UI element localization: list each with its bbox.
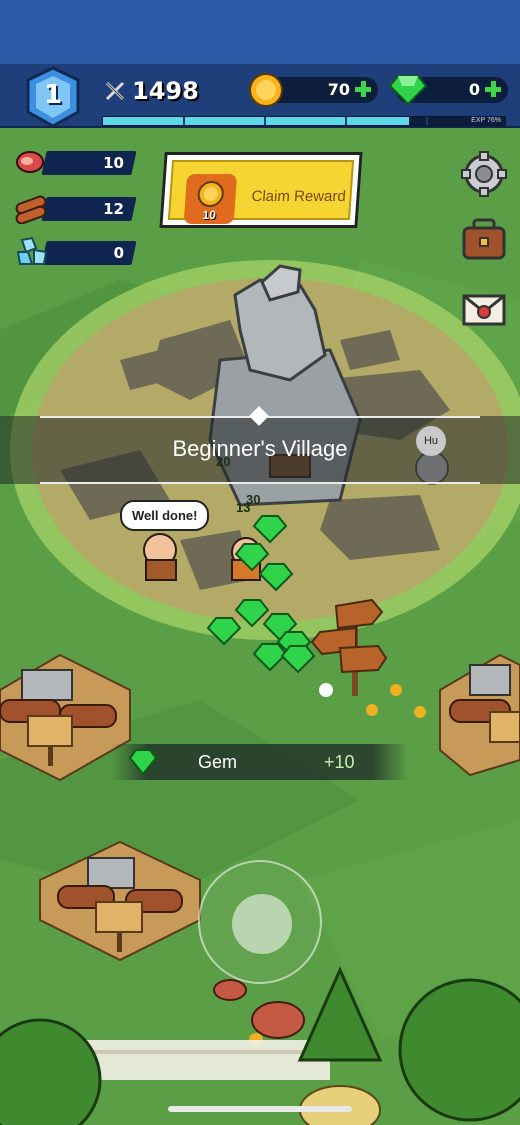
crossed-swords-icon bbox=[105, 81, 125, 101]
gem-icon bbox=[128, 749, 158, 776]
gold-coin-icon bbox=[249, 73, 283, 107]
level-badge[interactable]: 1 bbox=[24, 66, 82, 128]
settings-button[interactable] bbox=[460, 150, 508, 198]
toast-item-amount: +10 bbox=[324, 752, 355, 772]
exp-fill bbox=[103, 117, 409, 125]
combat-power: 1498 bbox=[104, 76, 199, 106]
inventory-bag-icon bbox=[462, 218, 506, 260]
claim-reward-label: Claim Reward bbox=[250, 188, 347, 205]
crystal-value: 0 bbox=[113, 244, 124, 262]
crystal-icon bbox=[16, 236, 48, 265]
add-gold-plus-icon[interactable] bbox=[354, 80, 372, 98]
status-area bbox=[0, 0, 520, 66]
gem-value: 0 bbox=[468, 80, 480, 99]
exp-tick bbox=[264, 117, 266, 125]
exp-tick bbox=[345, 117, 347, 125]
settings-gear-icon bbox=[461, 151, 507, 197]
wood-value: 12 bbox=[103, 200, 124, 218]
wood-counter: 12 bbox=[14, 195, 137, 224]
npc-name-tag[interactable]: Hu bbox=[416, 426, 446, 456]
virtual-joystick[interactable] bbox=[198, 860, 322, 984]
speech-bubble: Well done! bbox=[120, 500, 210, 531]
exp-tick bbox=[183, 117, 185, 125]
level-value: 1 bbox=[43, 80, 63, 110]
gem-icon bbox=[388, 75, 428, 106]
reward-chest-icon: 10 bbox=[183, 174, 238, 224]
power-value: 1498 bbox=[132, 77, 199, 105]
reward-toast: Gem +10 bbox=[112, 744, 408, 780]
reward-count: 10 bbox=[202, 208, 217, 222]
floating-number: 13 bbox=[236, 500, 251, 515]
claim-reward-button[interactable]: 10 Claim Reward bbox=[159, 152, 363, 228]
exp-label: EXP 76% bbox=[471, 117, 501, 124]
crystal-counter: 0 bbox=[14, 236, 137, 266]
toast-item-name: Gem bbox=[198, 752, 238, 772]
home-indicator[interactable] bbox=[168, 1106, 352, 1112]
joystick-knob[interactable] bbox=[232, 894, 292, 954]
inventory-button[interactable] bbox=[460, 216, 508, 264]
exp-progress-bar: EXP 76% bbox=[102, 116, 506, 126]
floating-number: 20 bbox=[216, 454, 231, 469]
mail-envelope-icon bbox=[462, 294, 506, 326]
meat-value: 10 bbox=[103, 154, 124, 172]
meat-icon bbox=[16, 151, 44, 173]
add-gem-plus-icon[interactable] bbox=[484, 80, 502, 98]
gold-value: 70 bbox=[327, 80, 350, 99]
exp-tick bbox=[426, 117, 428, 125]
mail-button[interactable] bbox=[460, 284, 508, 332]
meat-counter: 10 bbox=[14, 150, 137, 176]
wood-log-icon bbox=[15, 195, 47, 224]
